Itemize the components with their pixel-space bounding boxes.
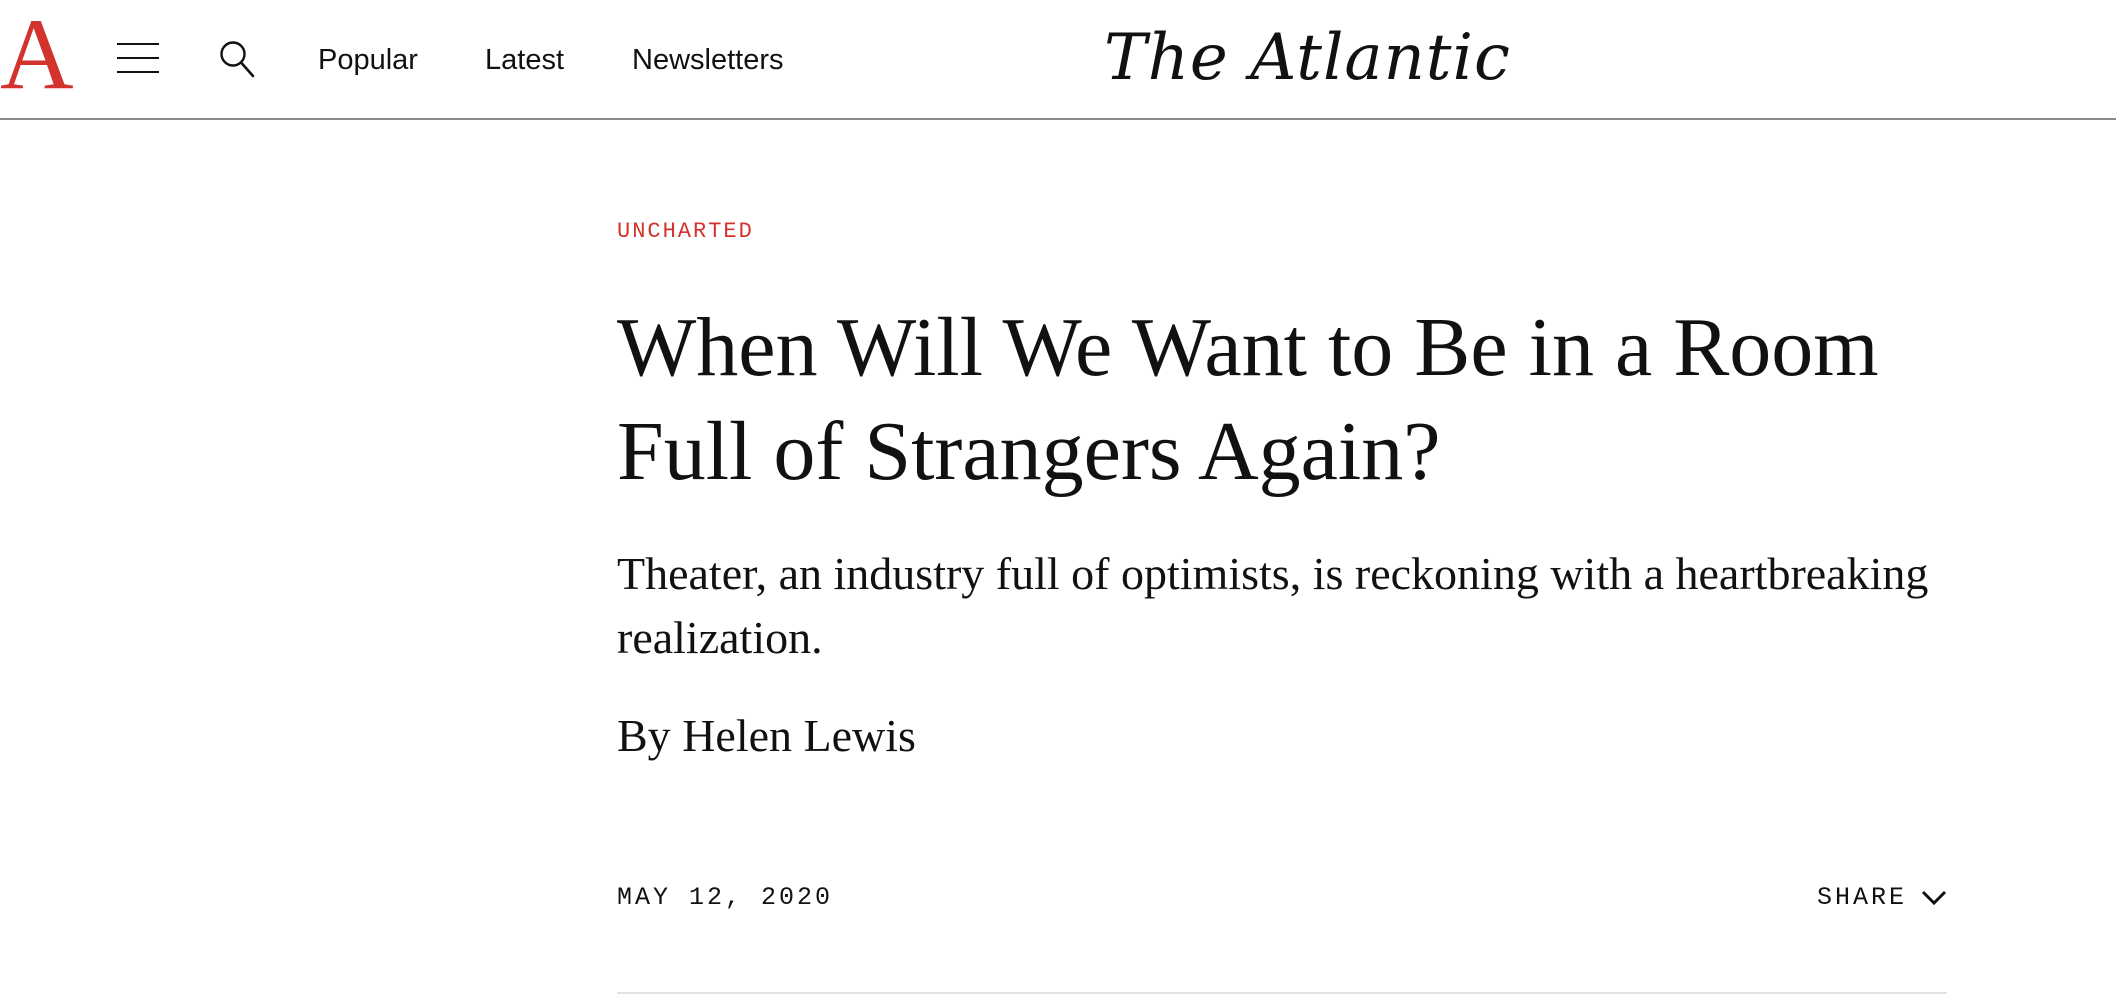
article-dek: Theater, an industry full of optimists, … [617, 548, 1929, 663]
site-wordmark[interactable]: The Atlantic [1104, 12, 1511, 104]
section-label[interactable]: UNCHARTED [617, 218, 754, 246]
nav-popular-link[interactable]: Popular [318, 42, 418, 78]
byline: By Helen Lewis [617, 704, 916, 768]
article-headline: When Will We Want to Be in a Room Full o… [617, 301, 1879, 498]
search-icon[interactable] [219, 40, 255, 78]
atlantic-logo[interactable]: A [0, 4, 74, 106]
byline-prefix: By [617, 710, 671, 761]
chevron-down-icon [1921, 889, 1947, 907]
nav-newsletters-link[interactable]: Newsletters [632, 42, 784, 78]
nav-latest-link[interactable]: Latest [485, 42, 564, 78]
section-divider [617, 992, 1947, 994]
publish-date: MAY 12, 2020 [617, 883, 834, 912]
author-link[interactable]: Helen Lewis [682, 710, 916, 761]
share-label: SHARE [1816, 883, 1907, 912]
site-header: A Popular Latest Newsletters The Atlanti… [0, 0, 2116, 120]
share-button[interactable]: SHARE [1817, 882, 1947, 914]
hamburger-menu-icon[interactable] [117, 42, 159, 74]
